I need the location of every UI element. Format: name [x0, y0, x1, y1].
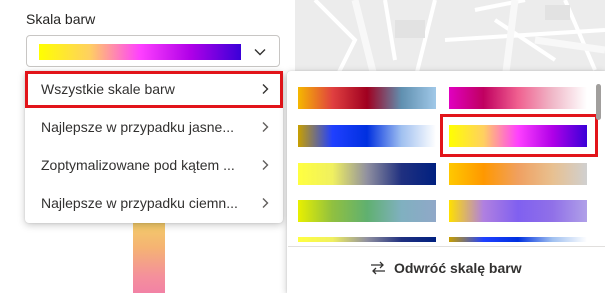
chevron-right-icon — [262, 198, 269, 208]
color-scale-option[interactable] — [298, 125, 436, 147]
color-scale-option[interactable] — [449, 87, 587, 109]
color-scale-option[interactable] — [298, 163, 436, 185]
menu-item-label: Zoptymalizowane pod kątem ... — [41, 157, 235, 173]
selected-scale-highlight — [440, 114, 598, 157]
section-title: Skala barw — [26, 11, 96, 27]
chevron-right-icon — [262, 122, 269, 132]
selected-scale-swatch — [39, 44, 241, 60]
color-scale-option[interactable] — [449, 200, 587, 222]
menu-item-best-light[interactable]: Najlepsze w przypadku jasne... — [25, 109, 283, 146]
menu-item-best-dark[interactable]: Najlepsze w przypadku ciemn... — [25, 185, 283, 222]
color-scale-option[interactable] — [449, 163, 587, 185]
menu-item-label: Najlepsze w przypadku jasne... — [41, 119, 234, 135]
chevron-right-icon — [262, 160, 269, 170]
color-scale-option[interactable] — [298, 200, 436, 222]
chevron-down-icon — [254, 49, 266, 56]
menu-item-all-scales[interactable]: Wszystkie skale barw — [25, 71, 283, 108]
scale-category-menu: Wszystkie skale barw Najlepsze w przypad… — [25, 71, 283, 223]
color-scale-dropdown[interactable] — [26, 35, 280, 67]
reverse-scale-label: Odwróć skalę barw — [394, 260, 522, 276]
scrollbar-thumb[interactable] — [596, 84, 601, 120]
reverse-scale-button[interactable]: Odwróć skalę barw — [370, 258, 522, 278]
chevron-right-icon — [262, 84, 269, 94]
menu-item-label: Wszystkie skale barw — [41, 81, 175, 97]
color-scale-option-partial[interactable] — [298, 237, 436, 242]
map-background — [295, 0, 605, 80]
swap-icon — [371, 261, 385, 275]
menu-item-optimized[interactable]: Zoptymalizowane pod kątem ... — [25, 147, 283, 184]
color-scale-option[interactable] — [298, 87, 436, 109]
divider — [288, 246, 605, 247]
color-scale-option-partial[interactable] — [449, 237, 587, 242]
menu-item-label: Najlepsze w przypadku ciemn... — [41, 195, 238, 211]
